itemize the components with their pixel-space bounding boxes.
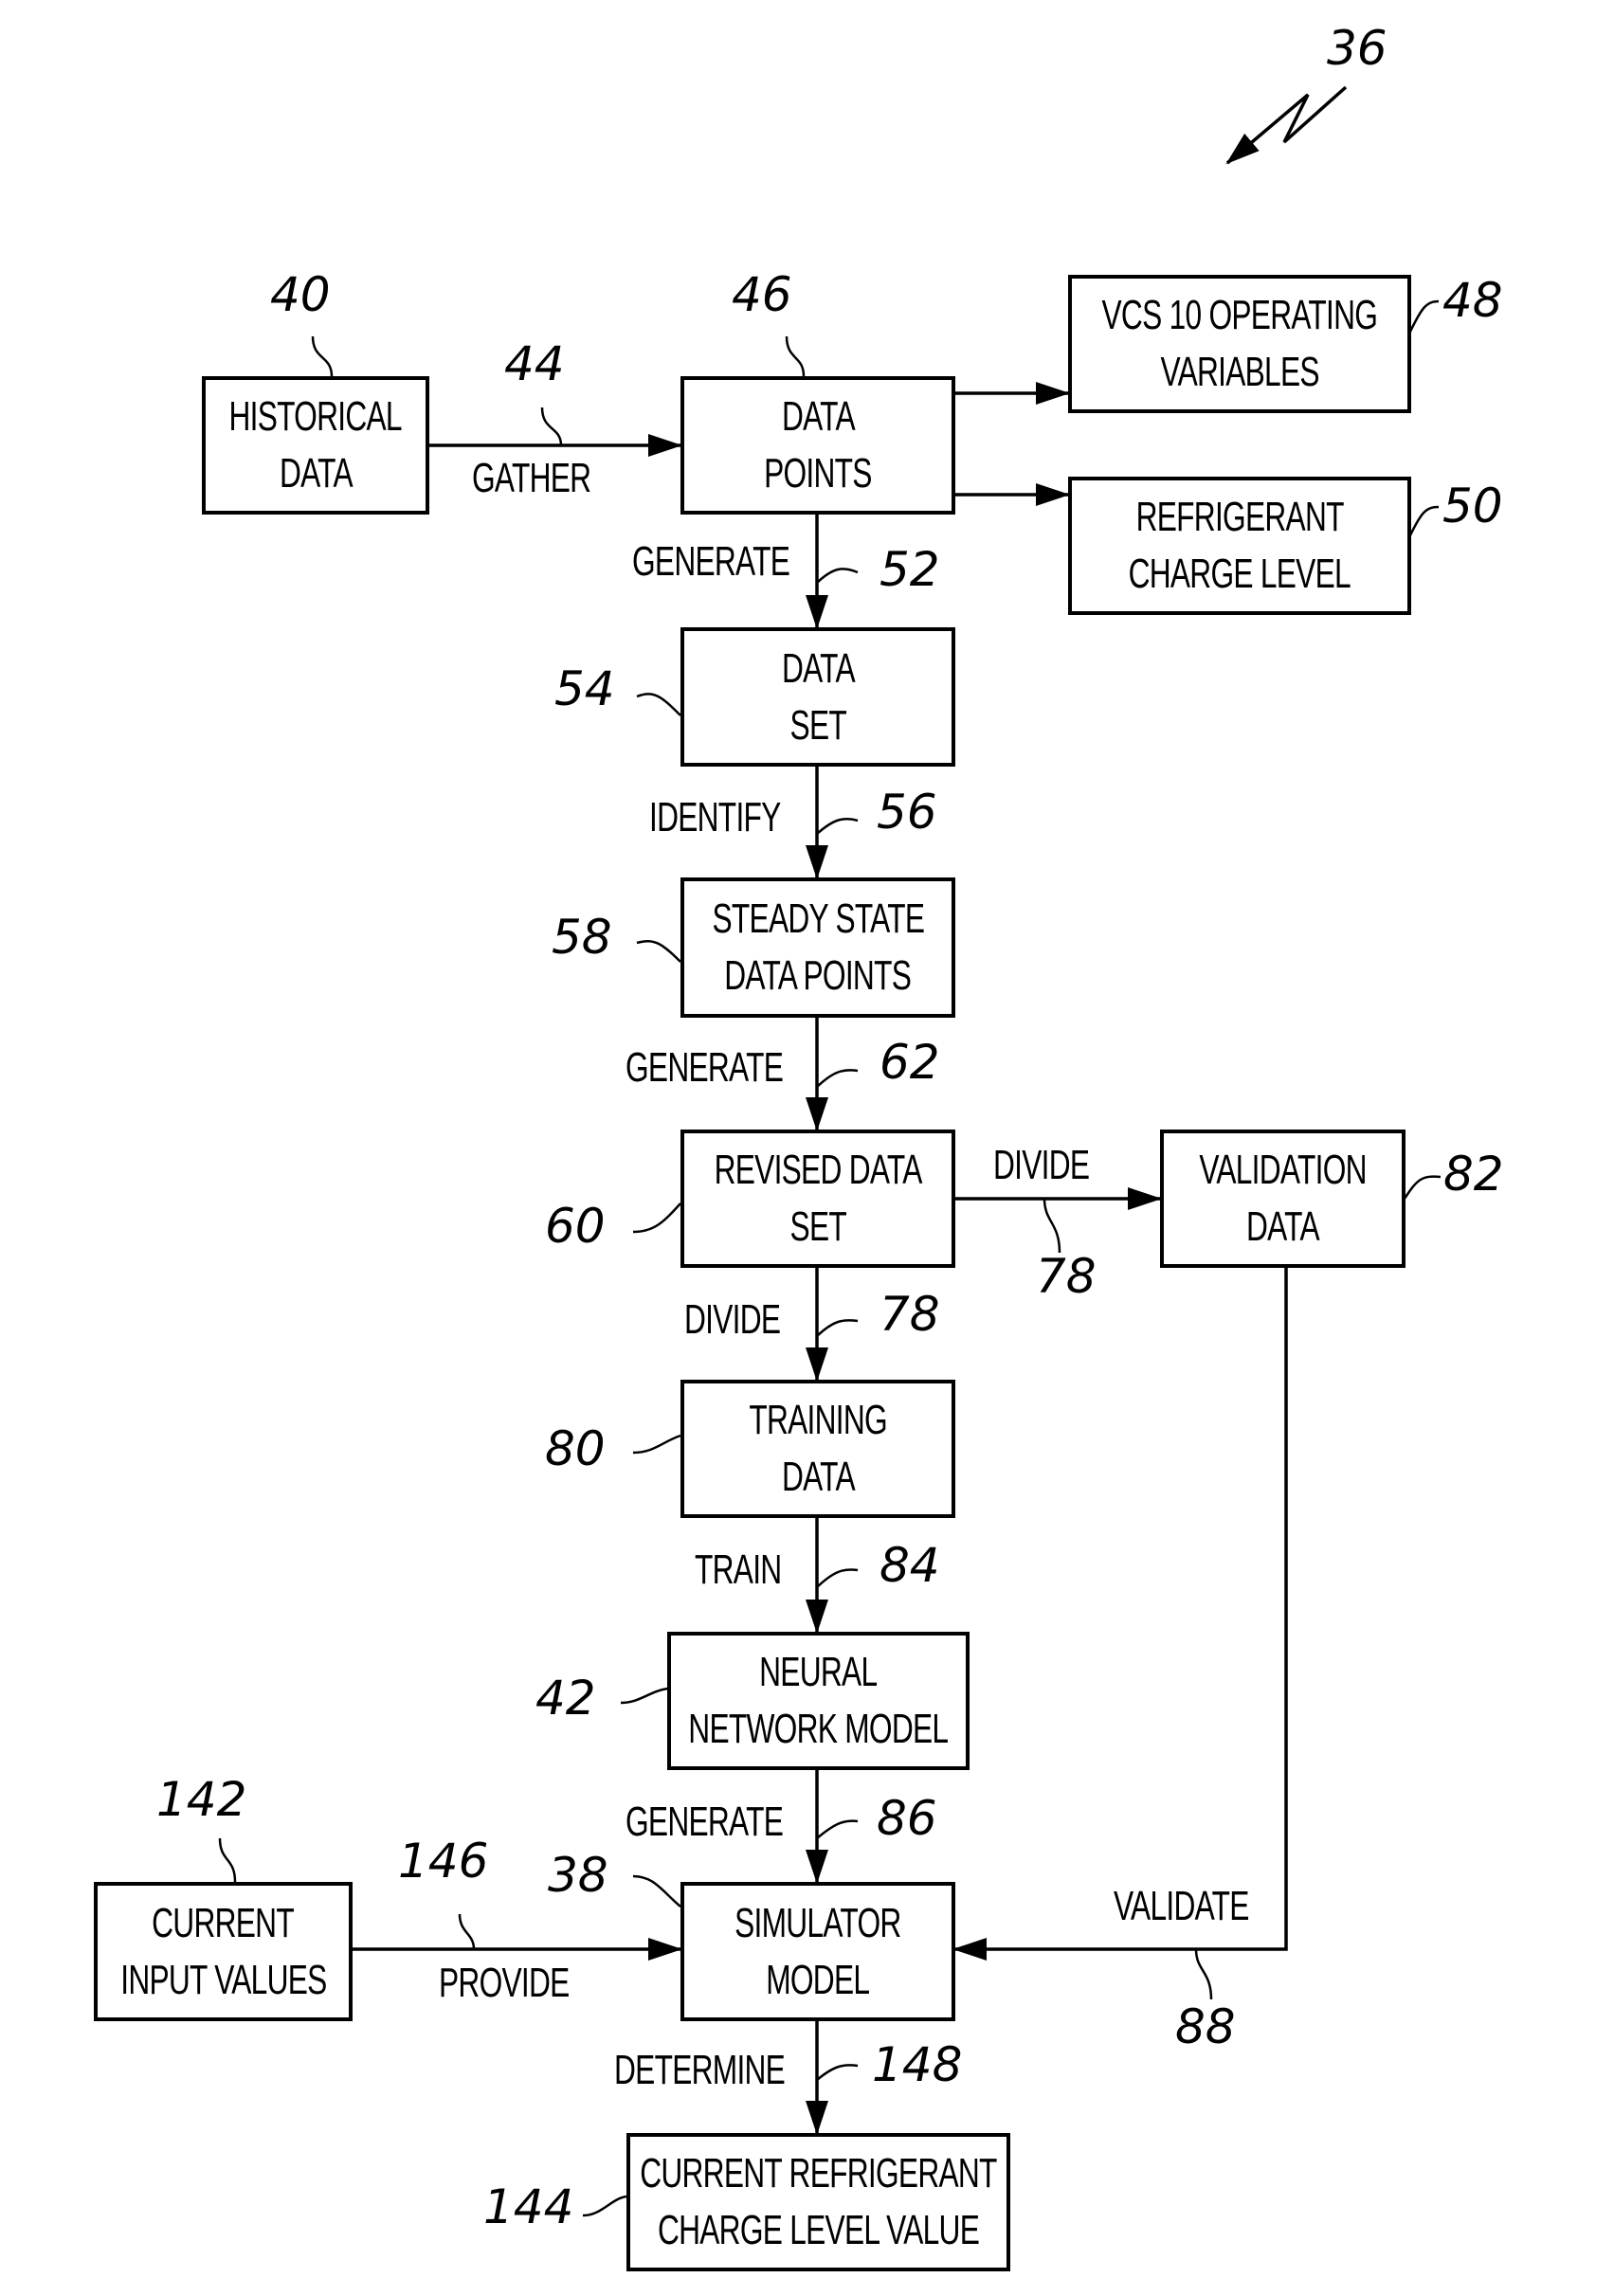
box-line: HISTORICAL (228, 393, 403, 440)
box-revised-data-set: REVISED DATA SET (680, 1130, 955, 1268)
ref-54: 54 (554, 661, 615, 716)
box-validation-data: VALIDATION DATA (1160, 1130, 1405, 1268)
ref-42: 42 (535, 1671, 596, 1726)
figure-ref-number: 36 (1327, 21, 1387, 76)
box-historical-data: HISTORICAL DATA (202, 376, 429, 515)
step-label-identify: IDENTIFY (649, 794, 781, 841)
ref-50: 50 (1442, 479, 1503, 533)
box-neural-network-model: NEURAL NETWORK MODEL (667, 1632, 970, 1770)
ref-38: 38 (548, 1848, 608, 1903)
ref-56: 56 (877, 785, 937, 840)
box-line: TRAINING (749, 1397, 887, 1443)
step-label-provide: PROVIDE (439, 1960, 570, 2006)
box-data-set: DATA SET (680, 627, 955, 767)
box-line: CURRENT REFRIGERANT (640, 2150, 997, 2197)
box-line: NEURAL (759, 1649, 878, 1695)
ref-44: 44 (504, 336, 565, 391)
box-line: MODEL (766, 1956, 870, 2003)
ref-58: 58 (552, 910, 612, 965)
box-line: DATA (781, 644, 856, 692)
step-label-gather: GATHER (472, 455, 591, 501)
arrow-validate (952, 1267, 1288, 1961)
box-line: STEADY STATE (712, 895, 924, 942)
ref-142: 142 (156, 1772, 247, 1827)
ref-62: 62 (880, 1035, 940, 1090)
box-line: POINTS (764, 450, 872, 497)
step-label-validate: VALIDATE (1114, 1883, 1249, 1929)
ref-148: 148 (872, 2037, 963, 2092)
box-line: SIMULATOR (734, 1899, 901, 1946)
ref-88: 88 (1175, 1999, 1236, 2054)
ref-146: 146 (398, 1834, 489, 1889)
ref-46: 46 (732, 267, 792, 322)
ref-52: 52 (880, 542, 940, 597)
ref-86: 86 (877, 1791, 937, 1846)
box-line: DATA (279, 450, 354, 497)
step-label-divide-right: DIVIDE (993, 1142, 1090, 1188)
box-line: CHARGE LEVEL (1128, 551, 1351, 597)
figure-ref-arrow (1225, 85, 1348, 165)
box-line: DATA (1246, 1203, 1320, 1250)
ref-40: 40 (270, 267, 331, 322)
step-label-generate-52: GENERATE (632, 538, 790, 585)
box-line: REVISED DATA (714, 1147, 922, 1193)
box-line: NETWORK MODEL (688, 1706, 949, 1752)
step-label-train: TRAIN (695, 1546, 782, 1593)
box-current-refrigerant-charge-level-value: CURRENT REFRIGERANT CHARGE LEVEL VALUE (626, 2133, 1010, 2271)
box-refrigerant-charge-level: REFRIGERANT CHARGE LEVEL (1068, 477, 1411, 615)
box-line: CURRENT (152, 1899, 296, 1946)
box-line: CHARGE LEVEL VALUE (657, 2207, 980, 2253)
box-line: VALIDATION (1199, 1147, 1367, 1193)
box-current-input-values: CURRENT INPUT VALUES (94, 1882, 353, 2021)
box-line: REFRIGERANT (1135, 494, 1344, 540)
box-simulator-model: SIMULATOR MODEL (680, 1882, 955, 2021)
step-label-generate-62: GENERATE (626, 1044, 784, 1091)
box-training-data: TRAINING DATA (680, 1380, 955, 1518)
ref-78-down: 78 (880, 1287, 940, 1342)
ref-48: 48 (1442, 273, 1503, 328)
box-line: VCS 10 OPERATING (1101, 292, 1378, 338)
box-steady-state-data-points: STEADY STATE DATA POINTS (680, 877, 955, 1018)
step-label-generate-86: GENERATE (626, 1799, 784, 1845)
box-line: SET (789, 701, 846, 749)
ref-144: 144 (483, 2179, 574, 2234)
box-data-points: DATA POINTS (680, 376, 955, 515)
ref-84: 84 (880, 1538, 940, 1593)
box-line: INPUT VALUES (119, 1956, 327, 2003)
box-line: DATA (781, 393, 856, 440)
step-label-determine: DETERMINE (614, 2047, 786, 2093)
box-line: DATA (781, 1454, 856, 1500)
ref-80: 80 (545, 1421, 606, 1476)
ref-60: 60 (545, 1199, 606, 1254)
box-line: VARIABLES (1160, 349, 1319, 395)
ref-82: 82 (1443, 1147, 1504, 1202)
box-line: DATA POINTS (724, 952, 913, 999)
step-label-divide-down: DIVIDE (684, 1296, 781, 1343)
box-vcs-operating-variables: VCS 10 OPERATING VARIABLES (1068, 275, 1411, 413)
box-line: SET (789, 1203, 846, 1250)
ref-78-right: 78 (1036, 1249, 1097, 1304)
